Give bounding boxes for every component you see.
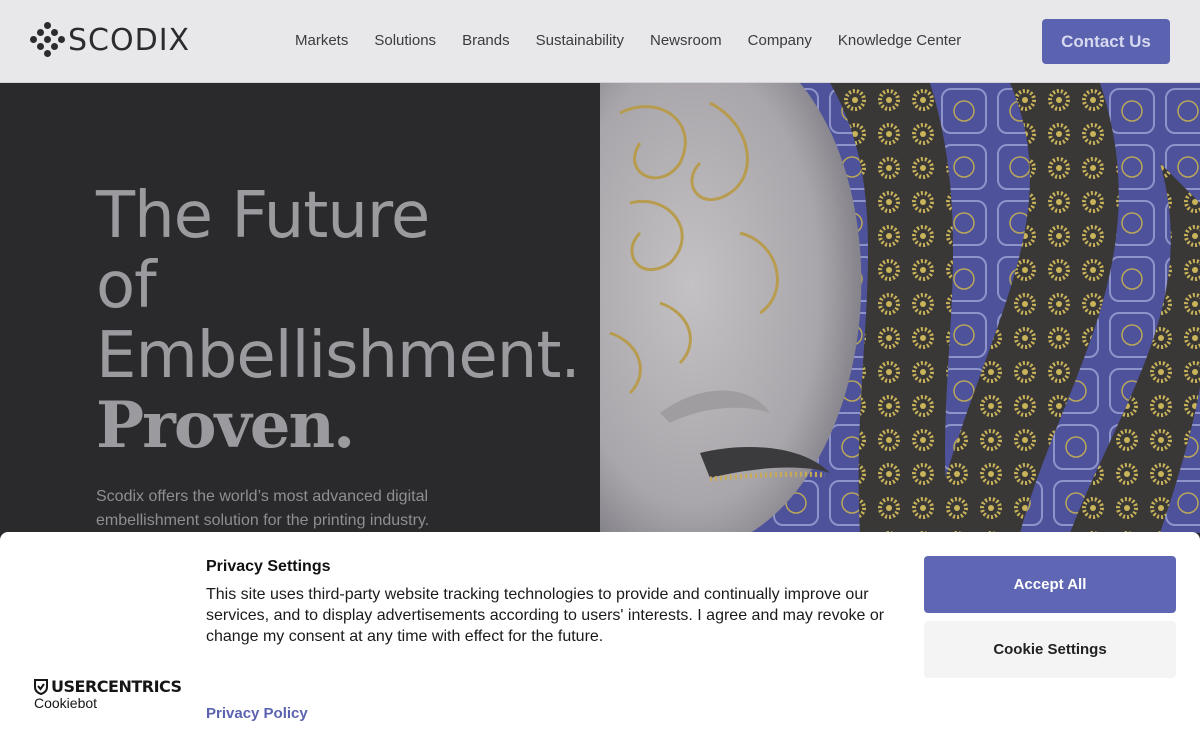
shield-icon	[34, 678, 48, 695]
nav-knowledge-center[interactable]: Knowledge Center	[838, 32, 961, 49]
accept-all-button[interactable]: Accept All	[924, 556, 1176, 613]
nav-markets[interactable]: Markets	[295, 32, 348, 49]
scodix-logo[interactable]: SCODIX	[30, 22, 190, 58]
cookie-settings-button[interactable]: Cookie Settings	[924, 621, 1176, 678]
logo-dots-icon	[30, 22, 66, 58]
cookiebot-logo: USERCENTRICS Cookiebot	[34, 677, 182, 711]
hero-description: Scodix offers the world’s most advanced …	[96, 488, 430, 529]
site-header: SCODIX Markets Solutions Brands Sustaina…	[0, 0, 1200, 83]
consent-title: Privacy Settings	[206, 558, 331, 575]
contact-us-button[interactable]: Contact Us	[1042, 19, 1170, 64]
nav-brands[interactable]: Brands	[462, 32, 510, 49]
hero-artwork	[600, 83, 1200, 533]
nav-solutions[interactable]: Solutions	[374, 32, 436, 49]
nav-newsroom[interactable]: Newsroom	[650, 32, 722, 49]
nav-company[interactable]: Company	[748, 32, 812, 49]
hero-title-line: of	[96, 249, 157, 323]
usercentrics-brand: USERCENTRICS	[51, 677, 182, 696]
hero-title-line: Embellishment.	[96, 319, 581, 393]
logo-text: SCODIX	[68, 22, 191, 58]
hero-title: The Future of Embellishment. Proven.	[96, 179, 581, 463]
consent-text: This site uses third-party website track…	[206, 586, 885, 645]
main-nav: Markets Solutions Brands Sustainability …	[282, 32, 974, 49]
hero-title-line: The Future	[96, 179, 430, 253]
embellished-face-artwork-image	[600, 83, 1200, 533]
hero-title-emphasis: Proven.	[96, 388, 355, 463]
privacy-policy-link[interactable]: Privacy Policy	[206, 705, 308, 722]
nav-sustainability[interactable]: Sustainability	[536, 32, 624, 49]
cookiebot-label: Cookiebot	[34, 695, 98, 711]
hero-text-panel: The Future of Embellishment. Proven. Sco…	[0, 83, 600, 533]
